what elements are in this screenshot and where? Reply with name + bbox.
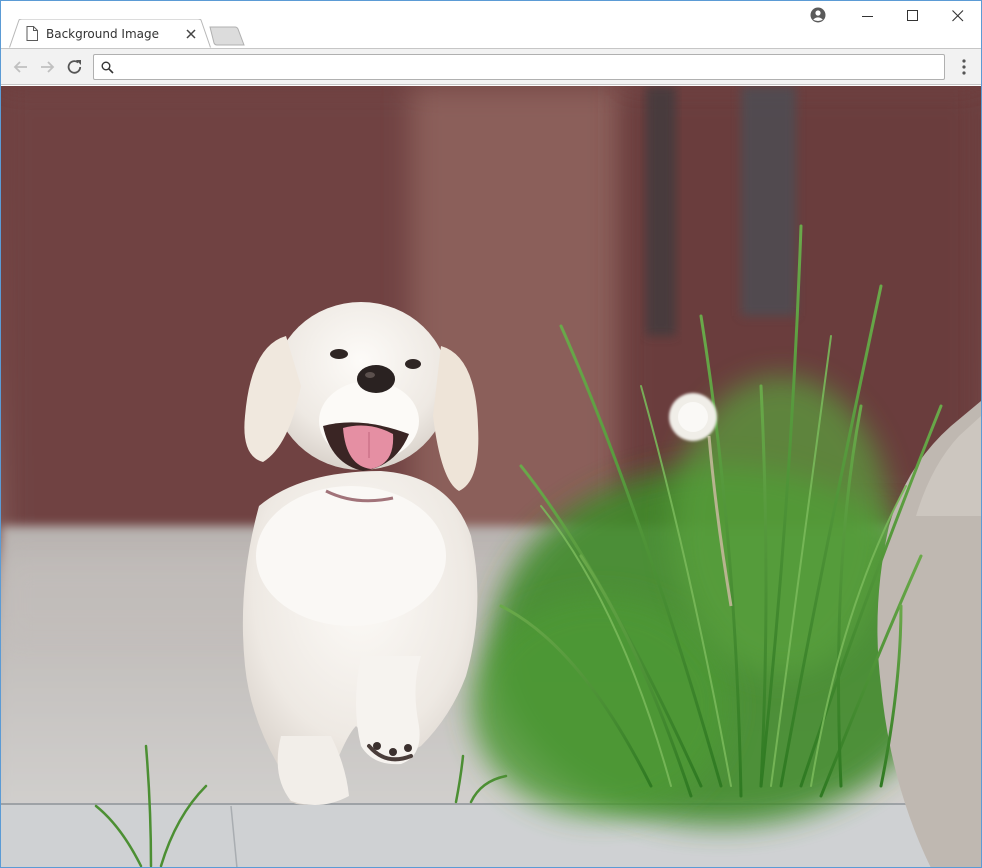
browser-window: Background Image (0, 0, 982, 868)
close-window-icon (952, 10, 964, 22)
profile-icon[interactable] (810, 7, 826, 23)
kebab-menu-icon[interactable] (956, 58, 972, 76)
maximize-icon (907, 10, 918, 21)
search-icon (101, 61, 114, 74)
forward-button[interactable] (37, 57, 57, 77)
reload-button[interactable] (65, 57, 85, 77)
tab-background-image[interactable]: Background Image (9, 19, 212, 49)
title-bar: Background Image (1, 1, 981, 49)
document-icon (26, 26, 38, 41)
close-icon[interactable] (184, 27, 198, 41)
back-button[interactable] (11, 57, 31, 77)
tab-title: Background Image (46, 27, 159, 41)
minimize-icon (862, 16, 873, 17)
new-tab-button[interactable] (208, 26, 248, 46)
toolbar (1, 48, 981, 85)
close-window-button[interactable] (935, 1, 981, 31)
address-bar[interactable] (93, 54, 945, 80)
minimize-button[interactable] (845, 1, 891, 31)
maximize-button[interactable] (890, 1, 936, 31)
background-image (1, 86, 981, 867)
page-content (1, 86, 981, 867)
address-input[interactable] (120, 57, 940, 77)
